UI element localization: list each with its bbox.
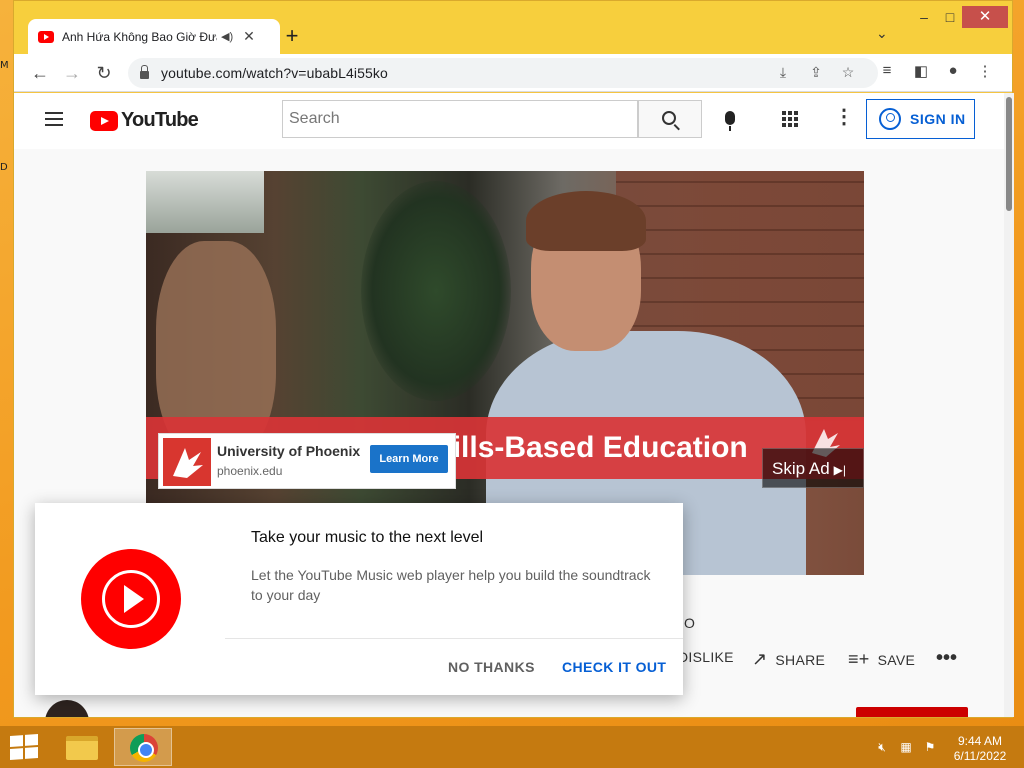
sign-in-label: SIGN IN [910,111,966,127]
ad-banner-text: Skills-Based Education [416,431,748,464]
url-text: youtube.com/watch?v=ubabL4i55ko [161,65,388,81]
more-actions-icon[interactable]: ••• [936,647,957,670]
chrome-taskbar-button[interactable] [114,728,172,766]
file-explorer-button[interactable] [54,728,112,766]
tab-close-icon[interactable]: ✕ [243,28,255,45]
youtube-logo-icon [90,110,118,131]
microphone-icon[interactable] [725,111,735,131]
youtube-logo-text: YouTube [121,109,199,131]
lock-icon[interactable] [140,65,149,79]
forward-button[interactable]: → [60,61,84,85]
clock-time: 9:44 AM [957,734,1003,748]
reload-button[interactable]: ↻ [92,61,116,85]
advertiser-name: University of Phoenix [217,443,361,459]
dislike-label: DISLIKE [678,649,734,665]
star-icon[interactable]: ☆ [838,64,858,81]
browser-toolbar: ← → ↻ youtube.com/watch?v=ubabL4i55ko ⤓ … [14,54,1012,92]
volume-muted-icon[interactable]: 🔇︎ [874,740,890,754]
subscribe-button[interactable] [856,707,968,717]
hamburger-menu-icon[interactable] [45,112,63,126]
tab-search-icon[interactable]: ⌄ [876,25,888,42]
music-promo-dialog: Take your music to the next level Let th… [35,503,683,695]
speaker-icon[interactable]: ◀) [221,30,233,43]
browser-tab[interactable]: Anh Hứa Không Bao Giờ Đưa ◀) ✕ [28,19,280,54]
maximize-button[interactable]: □ [936,9,964,25]
advertiser-logo-icon [163,438,211,486]
promo-title: Take your music to the next level [251,529,484,546]
share-icon[interactable]: ⇪ [806,64,826,81]
video-plant-scene [361,181,511,401]
tab-title: Anh Hứa Không Bao Giờ Đưa [62,29,217,44]
search-icon [662,111,676,125]
channel-avatar[interactable] [45,700,89,717]
ad-overlay-card[interactable]: University of Phoenix phoenix.edu Learn … [158,433,456,489]
youtube-header: YouTube Search ⋮ SIGN IN [14,93,1004,149]
youtube-favicon-icon [38,30,54,43]
apps-grid-icon[interactable] [782,111,798,127]
browser-window: Anh Hứa Không Bao Giờ Đưa ◀) ✕ + ⌄ – □ ✕… [13,0,1014,718]
search-button[interactable] [638,100,702,138]
windows-start-icon[interactable] [10,734,38,760]
new-tab-button[interactable]: + [280,25,304,47]
share-label: SHARE [775,651,826,668]
video-title-fragment: O [684,615,695,631]
youtube-page: YouTube Search ⋮ SIGN IN Skills-Based Ed… [14,93,1004,717]
skip-next-icon: ▶| [833,463,847,477]
skip-ad-label: Skip Ad [772,459,830,478]
page-scrollbar[interactable] [1004,93,1014,717]
promo-body: Let the YouTube Music web player help yo… [251,567,651,603]
skip-ad-button[interactable]: Skip Ad ▶| [762,448,864,488]
search-input[interactable]: Search [282,100,638,138]
network-icon[interactable]: ▦ [898,740,914,754]
taskbar: 🔇︎ ▦ ⚑ 9:44 AM 6/11/2022 [0,726,1024,768]
action-center-icon[interactable]: ⚑ [922,740,938,754]
clock-date: 6/11/2022 [953,749,1007,763]
save-button[interactable]: ≡+ SAVE [848,649,915,670]
no-thanks-button[interactable]: NO THANKS [448,659,535,675]
playlist-add-icon: ≡+ [848,649,870,669]
close-window-button[interactable]: ✕ [962,6,1008,28]
share-button[interactable]: ↗ SHARE [752,649,825,670]
title-bar: Anh Hứa Không Bao Giờ Đưa ◀) ✕ + ⌄ – □ ✕ [14,1,1012,54]
address-bar[interactable]: youtube.com/watch?v=ubabL4i55ko ⤓ ⇪ ☆ [128,58,878,88]
profile-icon[interactable]: ● [942,62,964,79]
save-label: SAVE [877,651,916,668]
youtube-logo[interactable]: YouTube [90,109,199,132]
desktop-icon-label: M [0,60,9,71]
install-icon[interactable]: ⤓ [773,64,793,81]
advertiser-domain: phoenix.edu [217,464,283,478]
video-window-scene [146,171,264,233]
promo-divider [225,638,683,639]
taskbar-clock[interactable]: 9:44 AM 6/11/2022 [950,734,1010,764]
account-icon [879,108,901,130]
youtube-music-icon [81,549,181,649]
minimize-button[interactable]: – [910,9,938,25]
back-button[interactable]: ← [28,61,52,85]
settings-more-icon[interactable]: ⋮ [834,107,854,127]
chrome-icon [130,734,158,762]
dislike-button[interactable]: DISLIKE [678,649,734,665]
folder-icon [66,736,98,760]
sidepanel-icon[interactable]: ◧ [910,62,932,80]
sign-in-button[interactable]: SIGN IN [866,99,975,139]
share-arrow-icon: ↗ [752,649,768,669]
menu-icon[interactable]: ⋮ [974,62,996,80]
learn-more-button[interactable]: Learn More [370,445,448,473]
media-icon[interactable]: ≡ [876,62,898,79]
check-it-out-button[interactable]: CHECK IT OUT [562,659,666,675]
desktop-icon-label: D [0,162,8,173]
scrollbar-thumb[interactable] [1006,97,1012,211]
